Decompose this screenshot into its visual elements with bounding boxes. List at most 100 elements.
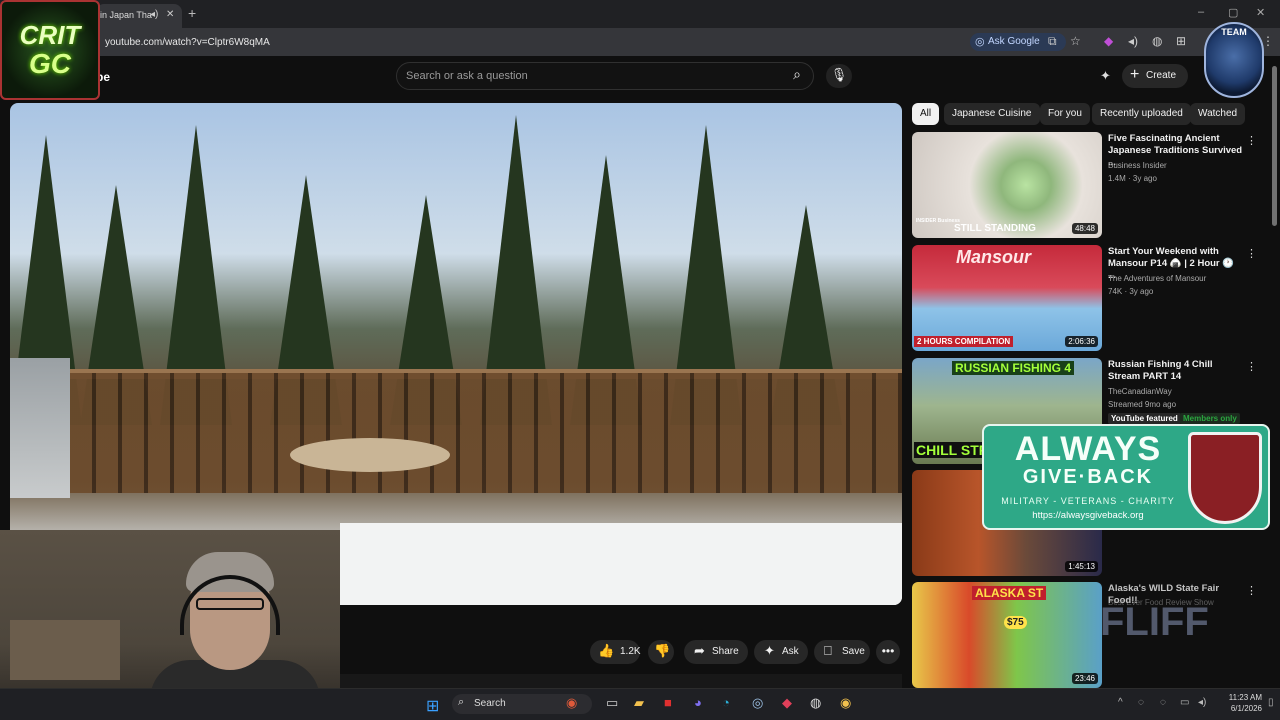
- edge-icon[interactable]: ◔: [722, 695, 730, 710]
- extension-icon[interactable]: ◆: [1104, 34, 1113, 48]
- thumbs-up-icon: 👍: [598, 643, 615, 658]
- thumbnail-overlay-text: STILL STANDING: [954, 223, 1036, 234]
- scrollbar-thumb[interactable]: [1272, 66, 1277, 226]
- video-duration: 48:48: [1071, 223, 1098, 234]
- agb-line2: GIVE·BACK: [1022, 466, 1154, 488]
- search-icon[interactable]: ⌕: [786, 66, 808, 86]
- team-emblem-text: TEAM: [1221, 27, 1247, 37]
- steam-icon[interactable]: ◎: [752, 695, 763, 711]
- url-text[interactable]: youtube.com/watch?v=Clptr6W8qMA: [105, 37, 270, 48]
- plus-icon: +: [1130, 66, 1140, 83]
- video-thumbnail[interactable]: ALASKA ST $75 23:46: [912, 582, 1102, 688]
- chip-watched[interactable]: Watched: [1190, 103, 1246, 125]
- grill: [10, 358, 70, 498]
- save-button[interactable]: ⎕ Save: [814, 640, 870, 664]
- clock-date: 6/1/2026: [1230, 704, 1262, 713]
- fliff-watermark: FLIFF: [1100, 600, 1209, 644]
- crit-gc-line2: GC: [29, 48, 71, 79]
- create-label: Create: [1146, 70, 1177, 81]
- notification-icon[interactable]: ▯: [1268, 697, 1274, 708]
- video-duration: 1:45:13: [1065, 561, 1098, 572]
- channel-name[interactable]: Business Insider: [1108, 161, 1167, 170]
- more-options-icon[interactable]: ⋮: [1246, 584, 1257, 597]
- profile-icon[interactable]: ◍: [1152, 34, 1162, 48]
- cast-icon[interactable]: ✦: [1100, 68, 1111, 84]
- close-window-icon[interactable]: ✕: [1256, 6, 1265, 19]
- task-view-icon[interactable]: ▭: [606, 695, 618, 711]
- agb-tagline: MILITARY - VETERANS - CHARITY: [1001, 496, 1175, 506]
- search-icon: ⌕: [458, 696, 465, 708]
- video-thumbnail[interactable]: INSIDER Business STILL STANDING 48:48: [912, 132, 1102, 238]
- dislike-button[interactable]: 👎: [648, 640, 674, 664]
- agb-url: https://alwaysgiveback.org: [1032, 510, 1144, 521]
- save-label: Save: [842, 646, 865, 657]
- ask-button[interactable]: ✦ Ask: [754, 640, 808, 664]
- tray-chevron-icon[interactable]: ^: [1118, 697, 1123, 708]
- thumbs-down-icon: 👎: [654, 643, 671, 658]
- minimize-icon[interactable]: –: [1198, 6, 1204, 18]
- featured-badge: YouTube featured: [1108, 413, 1181, 424]
- members-only-badge: Members only: [1180, 413, 1240, 424]
- media-icon[interactable]: ◂): [1128, 34, 1138, 48]
- channel-name[interactable]: The Adventures of Mansour: [1108, 274, 1206, 283]
- close-tab-icon[interactable]: ✕: [166, 9, 174, 20]
- volume-icon[interactable]: ◂): [1198, 697, 1206, 708]
- bookmark-star-icon[interactable]: ☆: [1070, 34, 1081, 48]
- speaker-icon[interactable]: ◂): [150, 9, 158, 20]
- browser-menu-icon[interactable]: ⋮: [1262, 34, 1274, 48]
- video-meta: Streamed 9mo ago: [1108, 400, 1177, 409]
- bookmark-icon: ⎕: [824, 643, 832, 658]
- video-thumbnail[interactable]: Mansour 2 HOURS COMPILATION 2:06:36: [912, 245, 1102, 351]
- taskbar-clock[interactable]: 11:23 AM 6/1/2026: [1218, 692, 1262, 714]
- new-tab-button[interactable]: +: [188, 5, 196, 21]
- weather-widget-icon[interactable]: ◉: [566, 695, 577, 711]
- share-button[interactable]: ➦ Share: [684, 640, 748, 664]
- channel-name[interactable]: TheCanadianWay: [1108, 387, 1172, 396]
- like-button[interactable]: 👍 1.2K: [590, 640, 641, 664]
- search-input[interactable]: Search or ask a question: [406, 70, 528, 82]
- extensions-puzzle-icon[interactable]: ⊞: [1176, 34, 1186, 48]
- maximize-icon[interactable]: ▢: [1228, 6, 1238, 19]
- browser-tab[interactable]: in Japan Tha ◂) ✕: [96, 4, 182, 28]
- soldier-shield-logo: [1188, 432, 1262, 524]
- price-tag: $75: [1004, 616, 1027, 629]
- ask-google-label: Ask Google: [988, 36, 1040, 47]
- video-title[interactable]: Russian Fishing 4 Chill Stream PART 14: [1108, 359, 1244, 383]
- file-explorer-icon[interactable]: ▰: [634, 695, 644, 711]
- more-options-icon[interactable]: ⋮: [1246, 134, 1257, 147]
- more-actions-icon[interactable]: •••: [876, 640, 900, 664]
- deck-fence: [70, 373, 902, 493]
- thumbnail-logo: Mansour: [956, 247, 1032, 267]
- video-meta: 74K · 3y ago: [1108, 287, 1154, 296]
- obs-icon[interactable]: ◍: [810, 695, 821, 711]
- more-options-icon[interactable]: ⋮: [1246, 247, 1257, 260]
- like-count: 1.2K: [620, 646, 641, 657]
- app-icon[interactable]: ◆: [782, 695, 792, 711]
- video-meta: 1.4M · 3y ago: [1108, 174, 1157, 183]
- always-give-back-banner: ALWAYS GIVE·BACK MILITARY - VETERANS - C…: [982, 424, 1270, 530]
- google-lens-icon: ◎: [975, 36, 985, 48]
- video-duration: 2:06:36: [1065, 336, 1098, 347]
- network-icon[interactable]: ▭: [1180, 697, 1189, 708]
- crit-gc-logo: CRIT GC: [0, 0, 100, 100]
- more-options-icon[interactable]: ⋮: [1246, 360, 1257, 373]
- snow: [340, 523, 902, 605]
- clock-time: 11:23 AM: [1228, 693, 1262, 702]
- chip-all[interactable]: All: [912, 103, 940, 125]
- background-shelf: [10, 620, 120, 680]
- tray-app-icon[interactable]: ◌: [1160, 697, 1166, 708]
- chip-japanese-cuisine[interactable]: Japanese Cuisine: [944, 103, 1040, 125]
- thumbnail-overlay-text: 2 HOURS COMPILATION: [914, 336, 1014, 347]
- chrome-icon[interactable]: ◉: [840, 695, 851, 711]
- tray-app-icon[interactable]: ◌: [1138, 697, 1144, 708]
- patio-table: [290, 438, 450, 472]
- create-button[interactable]: + Create: [1122, 64, 1188, 88]
- windows-start-icon[interactable]: ⊞: [426, 696, 439, 716]
- discord-icon[interactable]: ◕: [694, 695, 702, 710]
- microphone-icon[interactable]: 🎙: [826, 64, 852, 88]
- chip-for-you[interactable]: For you: [1040, 103, 1090, 125]
- app-icon[interactable]: ■: [664, 695, 672, 710]
- chip-recently-uploaded[interactable]: Recently uploaded: [1092, 103, 1191, 125]
- install-icon[interactable]: ⧉: [1048, 34, 1057, 49]
- crit-gc-line1: CRIT: [19, 20, 81, 50]
